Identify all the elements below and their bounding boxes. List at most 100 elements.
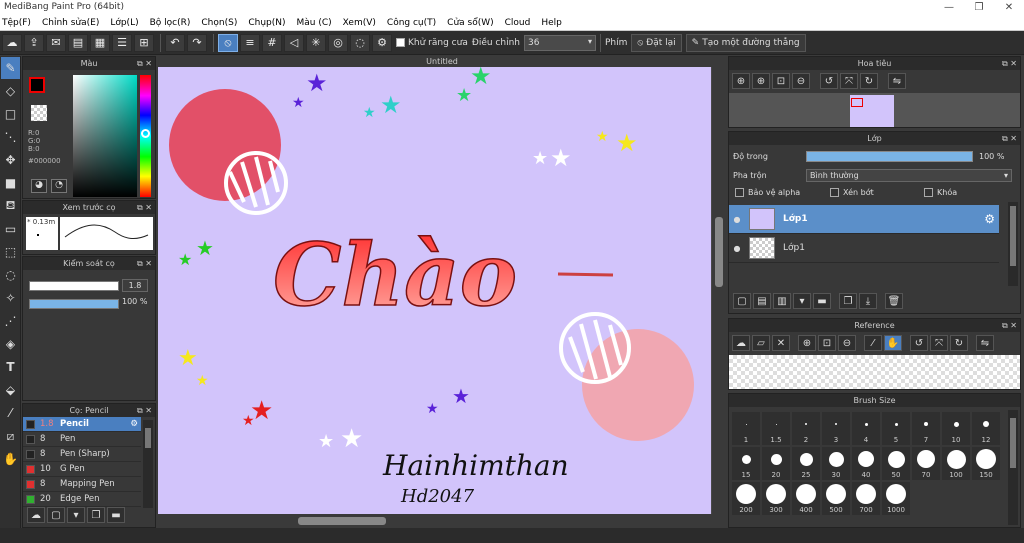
cross-snap-icon[interactable]: # <box>262 33 282 52</box>
text-tool-icon[interactable]: T <box>1 356 20 378</box>
brush-size-cell[interactable]: 5 <box>882 412 910 445</box>
hand-icon[interactable]: ✋ <box>884 335 902 351</box>
copy-brush-icon[interactable]: ❐ <box>87 507 105 523</box>
straight-line-button[interactable]: ✎ Tạo một đường thẳng <box>685 33 806 52</box>
dropper-fill-icon[interactable]: ⬙ <box>1 379 20 401</box>
radial-snap-icon[interactable]: ✳ <box>306 33 326 52</box>
lock-checkbox[interactable] <box>924 188 933 197</box>
brush-size-cell[interactable]: 500 <box>822 482 850 515</box>
layer-menu-icon[interactable]: ▾ <box>793 293 811 309</box>
foreground-swatch[interactable] <box>29 77 45 93</box>
new-layer-icon[interactable]: ▢ <box>733 293 751 309</box>
zoom-in-icon[interactable]: ⊕ <box>752 73 770 89</box>
brush-item[interactable]: 1.8 Pencil ⚙ <box>23 417 141 432</box>
menu-window[interactable]: Cửa sổ(W) <box>447 18 493 28</box>
flip-icon[interactable]: ⇋ <box>888 73 906 89</box>
rotate-right-icon[interactable]: ↻ <box>860 73 878 89</box>
menu-layer[interactable]: Lớp(L) <box>110 18 138 28</box>
menu-cloud[interactable]: Cloud <box>505 18 531 28</box>
brush-size-cell[interactable]: 700 <box>852 482 880 515</box>
layer-row[interactable]: ● Lớp1 ⚙ <box>729 205 999 234</box>
brush-item[interactable]: 8 Mapping Pen <box>23 477 141 492</box>
select-pen-icon[interactable]: ⋰ <box>1 310 20 332</box>
brush-size-cell[interactable]: 15 <box>732 447 760 480</box>
brush-size-cell[interactable]: 100 <box>942 447 970 480</box>
eyedropper-icon[interactable]: ⁄ <box>1 402 20 424</box>
brush-size-cell[interactable]: 25 <box>792 447 820 480</box>
divide-tool-icon[interactable]: ⧄ <box>1 425 20 447</box>
panel-close-icon[interactable]: ⧉ ✕ <box>137 57 152 70</box>
brush-size-slider[interactable] <box>29 281 119 291</box>
panel-close-icon[interactable]: ⧉ ✕ <box>137 404 152 417</box>
zoom-out-icon[interactable]: ⊖ <box>792 73 810 89</box>
layer-folder-icon[interactable]: ▬ <box>813 293 831 309</box>
minimize-icon[interactable]: — <box>934 0 964 15</box>
visibility-icon[interactable]: ● <box>729 215 745 224</box>
brush-size-cell[interactable]: 30 <box>822 447 850 480</box>
panel-close-icon[interactable]: ⧉ ✕ <box>137 201 152 214</box>
zoom-frame-icon[interactable]: ⊡ <box>772 73 790 89</box>
parallel-snap-icon[interactable]: ≡ <box>240 33 260 52</box>
menu-capture[interactable]: Chụp(N) <box>248 18 285 28</box>
menu-edit[interactable]: Chỉnh sửa(E) <box>42 18 99 28</box>
layer-opacity-slider[interactable] <box>806 151 973 162</box>
brush-size-cell[interactable]: 300 <box>762 482 790 515</box>
select-eraser-icon[interactable]: ◈ <box>1 333 20 355</box>
zoom-out-icon[interactable]: ⊖ <box>838 335 856 351</box>
menu-color[interactable]: Màu (C) <box>297 18 332 28</box>
reset-button[interactable]: ⦸ Đặt lại <box>631 33 682 52</box>
rect-tool-icon[interactable]: □ <box>1 103 20 125</box>
delete-layer-icon[interactable]: 🗑 <box>885 293 903 309</box>
brush-size-cell[interactable]: 40 <box>852 447 880 480</box>
zoom-fit-icon[interactable]: ⊕ <box>732 73 750 89</box>
menu-file[interactable]: Tệp(F) <box>2 18 31 28</box>
comment-icon[interactable]: ✉ <box>46 33 66 52</box>
brush-list-scrollbar[interactable] <box>143 420 153 508</box>
palette-icon[interactable]: ◕ <box>31 179 47 193</box>
brush-menu-icon[interactable]: ▾ <box>67 507 85 523</box>
cloud-icon[interactable]: ☁ <box>2 33 22 52</box>
brush-item[interactable]: 20 Edge Pen <box>23 492 141 507</box>
brush-size-cell[interactable]: 200 <box>732 482 760 515</box>
menu-view[interactable]: Xem(V) <box>343 18 376 28</box>
cloud-brush-icon[interactable]: ☁ <box>27 507 45 523</box>
circle-snap-icon[interactable]: ◎ <box>328 33 348 52</box>
curve-snap-icon[interactable]: ◌ <box>350 33 370 52</box>
magic-wand-icon[interactable]: ✧ <box>1 287 20 309</box>
layer-scrollbar[interactable] <box>1008 202 1018 286</box>
fit-screen-icon[interactable]: ⤧ <box>930 335 948 351</box>
brush-size-cell[interactable]: 12 <box>972 412 1000 445</box>
brush-size-cell[interactable]: 1.5 <box>762 412 790 445</box>
eyedrop-color-icon[interactable]: ◔ <box>51 179 67 193</box>
brush-item[interactable]: 8 Pen <box>23 432 141 447</box>
brush-size-cell[interactable]: 20 <box>762 447 790 480</box>
brush-size-scrollbar[interactable] <box>1008 410 1018 525</box>
menu-select[interactable]: Chọn(S) <box>201 18 237 28</box>
brush-size-cell[interactable]: 70 <box>912 447 940 480</box>
brush-item[interactable]: 10 G Pen <box>23 462 141 477</box>
bucket-tool-icon[interactable]: ⛾ <box>1 195 20 217</box>
antialias-checkbox[interactable] <box>396 38 405 47</box>
export-icon[interactable]: ⇪ <box>24 33 44 52</box>
brush-size-cell[interactable]: 7 <box>912 412 940 445</box>
background-swatch[interactable] <box>31 105 47 121</box>
new-8bit-layer-icon[interactable]: ▥ <box>773 293 791 309</box>
clipping-checkbox[interactable] <box>830 188 839 197</box>
brush-size-cell[interactable]: 10 <box>942 412 970 445</box>
hand-tool-icon[interactable]: ✋ <box>1 448 20 470</box>
brush-size-cell[interactable]: 3 <box>822 412 850 445</box>
canvas-tab[interactable]: Untitled <box>158 56 726 67</box>
zoom-in-icon[interactable]: ⊕ <box>798 335 816 351</box>
redo-icon[interactable]: ↷ <box>187 33 207 52</box>
panel-close-icon[interactable]: ⧉ ✕ <box>1002 57 1017 70</box>
brush-size-cell[interactable]: 1 <box>732 412 760 445</box>
panel-close-icon[interactable]: ⧉ ✕ <box>1002 319 1017 332</box>
rotate-left-icon[interactable]: ↺ <box>820 73 838 89</box>
duplicate-layer-icon[interactable]: ❐ <box>839 293 857 309</box>
menu-filter[interactable]: Bộ lọc(R) <box>150 18 191 28</box>
rotate-left-icon[interactable]: ↺ <box>910 335 928 351</box>
protect-alpha-checkbox[interactable] <box>735 188 744 197</box>
zoom-frame-icon[interactable]: ⊡ <box>818 335 836 351</box>
open-folder-icon[interactable]: ▱ <box>752 335 770 351</box>
select-tool-icon[interactable]: ⬚ <box>1 241 20 263</box>
